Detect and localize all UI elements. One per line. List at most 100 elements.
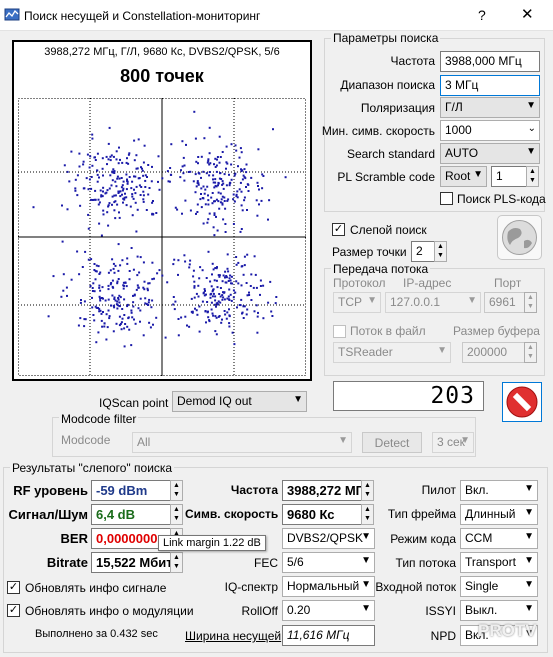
detect-button[interactable]: Detect (362, 432, 422, 453)
constellation-dot (228, 325, 231, 328)
update-mod-checkbox[interactable]: ✓ (7, 604, 20, 617)
globe-button[interactable] (497, 215, 542, 260)
constellation-dot (179, 176, 182, 179)
polarization-select[interactable]: Г/Л ▼ (440, 97, 540, 118)
ip-select[interactable]: 127.0.0.1 ▼ (385, 292, 481, 313)
constellation-dot (211, 273, 213, 276)
buffer-spin[interactable]: ▲ ▼ (524, 342, 537, 363)
constellation-dot (262, 175, 265, 177)
constellation-dot (184, 199, 187, 202)
update-signal-checkbox[interactable]: ✓ (7, 581, 20, 594)
frame-select[interactable]: Длинный ▼ (460, 504, 538, 525)
constellation-dot (148, 298, 151, 301)
constellation-dot (221, 203, 224, 206)
pls-search-checkbox[interactable] (440, 192, 453, 205)
constellation-dot (204, 310, 207, 313)
stream-type-select[interactable]: Transport ▼ (460, 552, 538, 573)
pls-spin[interactable]: ▲ ▼ (526, 166, 539, 187)
res-freq-spin[interactable]: ▲ ▼ (361, 480, 374, 501)
snr-spin[interactable]: ▲ ▼ (170, 504, 183, 525)
constellation-dot (183, 254, 186, 257)
constellation-dot (119, 190, 122, 193)
constellation-dot (206, 311, 209, 314)
interval-select[interactable]: 3 сек ▼ (432, 432, 474, 453)
point-size-input[interactable]: 2 (411, 241, 435, 262)
constellation-dot (196, 180, 199, 183)
iq-value: Нормальный (287, 579, 360, 593)
bitrate-spin[interactable]: ▲ ▼ (170, 552, 183, 573)
stop-button[interactable] (502, 382, 542, 422)
issyi-select[interactable]: Выкл. ▼ (460, 600, 538, 621)
constellation-dot (228, 315, 231, 318)
constellation-dot (111, 195, 114, 198)
bandwidth-label[interactable]: Ширина несущей (185, 629, 281, 643)
port-input[interactable]: 6961 (484, 292, 525, 313)
constellation-dot (151, 213, 154, 216)
constellation-dot (259, 293, 261, 296)
done-label: Выполнено за 0.432 sec (35, 628, 158, 640)
constellation-dot (134, 322, 137, 325)
constellation-dot (150, 306, 153, 309)
chevron-down-icon: ▼ (524, 483, 534, 494)
iq-select[interactable]: Нормальный ▼ (282, 576, 375, 597)
constellation-dot (138, 177, 141, 180)
rf-spin[interactable]: ▲ ▼ (170, 480, 183, 501)
rolloff-select[interactable]: 0.20 ▼ (282, 600, 375, 621)
constellation-dot (236, 190, 239, 193)
input-stream-select[interactable]: Single ▼ (460, 576, 538, 597)
fec-select[interactable]: 5/6 ▼ (282, 552, 375, 573)
port-spin[interactable]: ▲ ▼ (524, 292, 537, 313)
constellation-dot (109, 269, 112, 272)
constellation-dot (211, 192, 214, 194)
pilot-select[interactable]: Вкл. ▼ (460, 480, 538, 501)
constellation-dot (116, 175, 119, 178)
min-sr-select[interactable]: 1000 ⌄ (440, 120, 540, 141)
point-size-spin[interactable]: ▲ ▼ (434, 241, 447, 262)
close-button[interactable]: ✕ (521, 5, 534, 23)
to-file-checkbox[interactable] (333, 325, 346, 338)
constellation-dot (113, 172, 116, 174)
constellation-dot (250, 176, 253, 179)
constellation-dot (212, 174, 215, 177)
range-input[interactable]: 3 МГц (440, 75, 540, 96)
constellation-dot (137, 138, 140, 141)
constellation-dot (47, 315, 50, 318)
constellation-dot (105, 155, 108, 158)
freq-input[interactable]: 3988,000 МГц (440, 51, 540, 72)
res-sr-spin[interactable]: ▲ ▼ (361, 504, 374, 525)
constellation-dot (237, 165, 239, 168)
constellation-dot (274, 302, 277, 305)
constellation-dot (134, 201, 137, 204)
constellation-dot (121, 161, 124, 164)
code-select[interactable]: CCM ▼ (460, 528, 538, 549)
blind-search-checkbox[interactable]: ✓ (332, 223, 345, 236)
constellation-dot (101, 157, 104, 160)
constellation-dot (61, 240, 64, 243)
modcode-select[interactable]: All ▼ (132, 432, 352, 453)
constellation-dot (62, 273, 65, 276)
constellation-dot (134, 192, 137, 195)
constellation-dot (77, 324, 80, 327)
constellation-dot (135, 185, 138, 188)
modcode-label: Modcode (61, 433, 111, 447)
standard-select[interactable]: AUTO ▼ (440, 143, 540, 164)
pls-mode-select[interactable]: Root ▼ (440, 166, 487, 187)
constellation-dot (200, 187, 203, 190)
constellation-dot (213, 200, 215, 203)
constellation-dot (256, 315, 259, 318)
protocol-select[interactable]: TCP ▼ (333, 292, 381, 313)
constellation-dot (230, 275, 233, 278)
constellation-dot (114, 180, 117, 183)
constellation-dot (102, 209, 105, 212)
constellation-dot (114, 200, 117, 203)
modulation-select[interactable]: DVBS2/QPSK ▼ (282, 528, 375, 549)
constellation-dot (130, 311, 133, 314)
iqscan-select[interactable]: Demod IQ out ▼ (172, 391, 307, 412)
buffer-input[interactable]: 200000 (462, 342, 525, 363)
constellation-dot (136, 274, 139, 277)
reader-select[interactable]: TSReader ▼ (333, 342, 451, 363)
help-button[interactable]: ? (478, 7, 486, 23)
constellation-dot (106, 189, 109, 192)
constellation-dot (118, 305, 121, 307)
pls-code-input[interactable]: 1 (491, 166, 527, 187)
